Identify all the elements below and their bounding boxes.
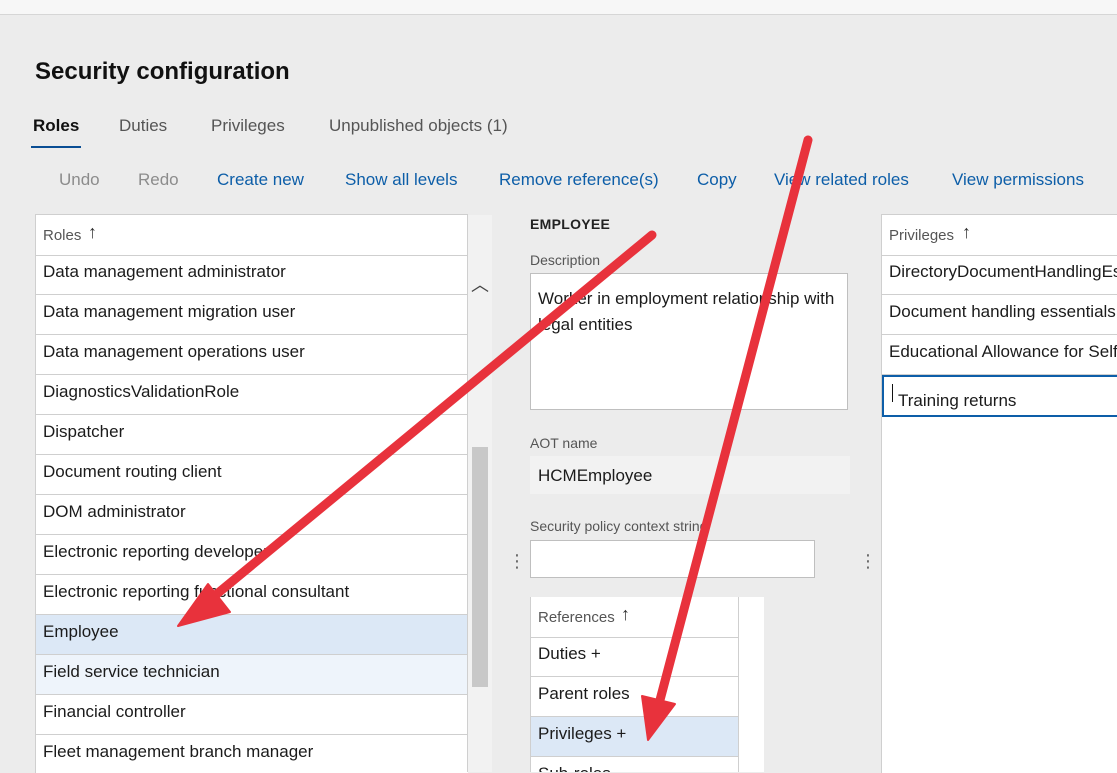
role-row[interactable]: Field service technician [36, 655, 468, 695]
view-related-roles-button[interactable]: View related roles [774, 170, 909, 190]
role-row[interactable]: Electronic reporting developer [36, 535, 468, 575]
references-column-header: References [538, 609, 615, 626]
more-vertical-icon[interactable]: ⋮ [508, 552, 526, 570]
selected-role-header: EMPLOYEE [530, 216, 611, 232]
privileges-grid: Privileges ↑ DirectoryDocumentHandlingEs… [881, 214, 1117, 773]
role-row[interactable]: Financial controller [36, 695, 468, 735]
scroll-thumb[interactable] [472, 447, 488, 687]
create-new-button[interactable]: Create new [217, 170, 304, 190]
show-all-levels-button[interactable]: Show all levels [345, 170, 457, 190]
privilege-row[interactable]: Educational Allowance for Self Service [882, 335, 1117, 375]
role-row[interactable]: Data management operations user [36, 335, 468, 375]
privileges-grid-header[interactable]: Privileges ↑ [882, 215, 1117, 256]
reference-row[interactable]: Parent roles [531, 677, 738, 717]
reference-row[interactable]: Sub-roles [531, 757, 738, 772]
top-strip [0, 0, 1117, 15]
redo-button[interactable]: Redo [138, 170, 179, 190]
copy-button[interactable]: Copy [697, 170, 737, 190]
view-permissions-button[interactable]: View permissions [952, 170, 1084, 190]
remove-references-button[interactable]: Remove reference(s) [499, 170, 659, 190]
privilege-row[interactable]: DirectoryDocumentHandlingEssentials [882, 255, 1117, 295]
role-row[interactable]: Data management administrator [36, 255, 468, 295]
privilege-name-input[interactable]: Training returns [882, 375, 1117, 417]
description-label: Description [530, 252, 601, 268]
reference-row[interactable]: Duties + [531, 637, 738, 677]
references-grid-header[interactable]: References ↑ [531, 597, 738, 638]
arrow-up-icon: ↑ [621, 604, 630, 624]
page-title: Security configuration [35, 58, 290, 85]
role-row[interactable]: Data management migration user [36, 295, 468, 335]
roles-grid: Roles ↑ Data management administrator Da… [35, 214, 468, 773]
tab-duties[interactable]: Duties [119, 116, 167, 136]
undo-button[interactable]: Undo [59, 170, 100, 190]
role-row-selected[interactable]: Employee [36, 615, 468, 655]
role-row[interactable]: Dispatcher [36, 415, 468, 455]
arrow-up-icon: ↑ [962, 222, 971, 242]
tab-unpublished-objects[interactable]: Unpublished objects (1) [329, 116, 508, 136]
role-row[interactable]: DiagnosticsValidationRole [36, 375, 468, 415]
reference-row-selected[interactable]: Privileges + [531, 717, 738, 757]
security-policy-label: Security policy context string [530, 518, 708, 534]
security-policy-input[interactable] [530, 540, 815, 578]
chevron-up-icon[interactable]: ︿ [471, 271, 489, 297]
role-row[interactable]: Document routing client [36, 455, 468, 495]
roles-column-header: Roles [43, 227, 82, 244]
privilege-row[interactable]: Document handling essentials [882, 295, 1117, 335]
references-grid: References ↑ Duties + Parent roles Privi… [530, 597, 764, 772]
more-vertical-icon[interactable]: ⋮ [859, 552, 877, 570]
role-row[interactable]: DOM administrator [36, 495, 468, 535]
tab-privileges[interactable]: Privileges [211, 116, 285, 136]
roles-grid-header[interactable]: Roles ↑ [36, 215, 468, 256]
privileges-column-header: Privileges [889, 227, 955, 244]
description-field[interactable]: Worker in employment relationship with l… [530, 273, 848, 410]
roles-scrollbar[interactable]: ︿ [467, 215, 492, 772]
role-row[interactable]: Fleet management branch manager [36, 735, 468, 773]
aot-name-label: AOT name [530, 435, 598, 451]
text-caret [892, 384, 893, 402]
role-row[interactable]: Electronic reporting functional consulta… [36, 575, 468, 615]
arrow-up-icon: ↑ [88, 222, 97, 242]
tab-roles[interactable]: Roles [30, 116, 82, 148]
aot-name-field: HCMEmployee [530, 456, 850, 494]
